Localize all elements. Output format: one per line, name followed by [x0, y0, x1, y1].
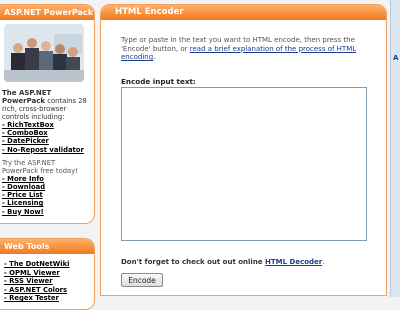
- note-end: .: [322, 258, 325, 266]
- intro-end: .: [153, 53, 156, 61]
- encoder-panel: HTML Encoder Type or paste in the text y…: [100, 4, 387, 296]
- link-richtextbox[interactable]: - RichTextBox: [2, 121, 54, 129]
- link-combobox[interactable]: - ComboBox: [2, 129, 48, 137]
- link-rss-viewer[interactable]: - RSS Viewer: [4, 277, 53, 285]
- link-regex-tester[interactable]: - Regex Tester: [4, 294, 59, 302]
- powerpack-panel: ASP.NET PowerPack The ASP.NET PowerPack …: [0, 4, 95, 224]
- link-more-info[interactable]: - More Info: [2, 175, 44, 183]
- encoder-intro: Type or paste in the text you want to HT…: [121, 36, 366, 62]
- right-strip-letter: A: [393, 54, 399, 62]
- controls-list: - RichTextBox - ComboBox - DatePicker - …: [2, 121, 92, 154]
- encode-input-textarea[interactable]: [121, 87, 367, 241]
- try-text: Try the ASP.NET PowerPack free today!: [2, 158, 78, 175]
- link-norepost-validator[interactable]: - No-Repost validator: [2, 146, 84, 154]
- powerpack-title: ASP.NET PowerPack: [0, 5, 94, 20]
- link-price-list[interactable]: - Price List: [2, 191, 43, 199]
- decoder-note: Don't forget to check out out online HTM…: [121, 258, 324, 266]
- note-text: Don't forget to check out out online: [121, 258, 266, 266]
- link-datepicker[interactable]: - DatePicker: [2, 137, 49, 145]
- powerpack-desc-bold: The ASP.NET PowerPack: [2, 89, 52, 105]
- encoder-title: HTML Encoder: [101, 5, 386, 20]
- link-aspnet-colors[interactable]: - ASP.NET Colors: [4, 286, 67, 294]
- link-dotnetwiki[interactable]: - The DotNetWiki: [4, 260, 69, 268]
- encode-input-label: Encode input text:: [121, 77, 196, 86]
- webtools-title: Web Tools: [0, 239, 94, 254]
- link-licensing[interactable]: - Licensing: [2, 199, 43, 207]
- link-opml-viewer[interactable]: - OPML Viewer: [4, 269, 60, 277]
- webtools-panel: Web Tools - The DotNetWiki - OPML Viewer…: [0, 238, 95, 310]
- powerpack-description: The ASP.NET PowerPack contains 28 rich, …: [2, 89, 92, 216]
- encode-button[interactable]: Encode: [121, 273, 163, 287]
- html-decoder-link[interactable]: HTML Decoder: [265, 258, 322, 266]
- link-download[interactable]: - Download: [2, 183, 45, 191]
- right-sidebar-strip: A: [390, 0, 400, 297]
- team-photo: [4, 24, 84, 82]
- powerpack-links: - More Info - Download - Price List - Li…: [2, 175, 92, 216]
- link-buy-now[interactable]: - Buy Now!: [2, 208, 44, 216]
